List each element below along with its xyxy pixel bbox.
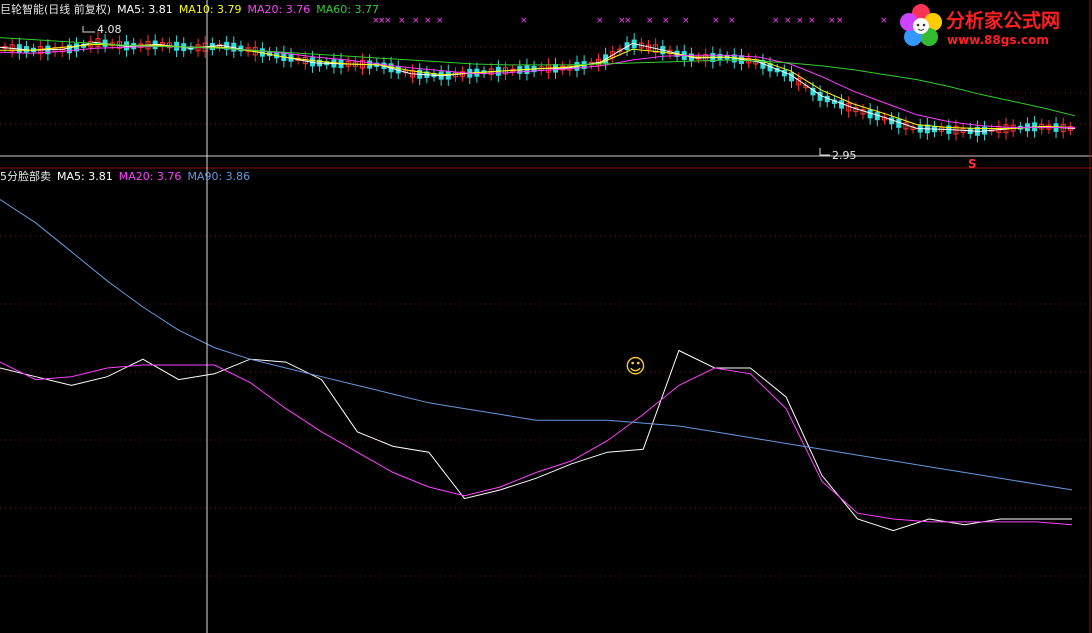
signal-marker: × <box>646 16 654 26</box>
signal-marker: × <box>784 16 792 26</box>
signal-marker: × <box>384 16 392 26</box>
top-ma10-line <box>0 43 1076 129</box>
top-ma5-line <box>0 41 1076 132</box>
bottom-ma20-line <box>0 361 1073 526</box>
top-ma10-legend: MA10: 3.79 <box>178 3 242 16</box>
top-panel-title: 巨轮智能(日线 前复权) <box>0 3 112 16</box>
signal-marker: × <box>712 16 720 26</box>
bottom-ma90-legend: MA90: 3.86 <box>187 170 251 183</box>
signal-marker: × <box>398 16 406 26</box>
bottom-panel-title: 5分脸部卖 <box>0 170 51 183</box>
bottom-legend: 5分脸部卖 MA5: 3.81 MA20: 3.76 MA90: 3.86 <box>0 170 256 183</box>
signal-marker: × <box>728 16 736 26</box>
signal-marker: × <box>624 16 632 26</box>
high-label: 4.08 <box>97 23 122 36</box>
bottom-ma20-legend: MA20: 3.76 <box>118 170 182 183</box>
bottom-indicator-lines <box>0 199 1073 532</box>
top-legend: 巨轮智能(日线 前复权) MA5: 3.81 MA10: 3.79 MA20: 3.7… <box>0 3 385 16</box>
signal-marker: × <box>412 16 420 26</box>
low-label: 2.95 <box>832 149 857 162</box>
low-pointer <box>819 148 830 156</box>
signal-marker: × <box>828 16 836 26</box>
smiley-icon: ☺ <box>625 354 646 378</box>
bottom-ma5-line <box>0 349 1072 532</box>
bottom-panel-grid <box>0 0 1092 633</box>
top-ma5-legend: MA5: 3.81 <box>117 3 173 16</box>
signal-marker: × <box>796 16 804 26</box>
signal-markers: ××× × × × × × × ×× × × × × × × × × × × × × <box>372 16 888 26</box>
candle-body <box>896 118 902 128</box>
signal-marker: × <box>596 16 604 26</box>
bottom-ma5-legend: MA5: 3.81 <box>57 170 113 183</box>
signal-marker: × <box>772 16 780 26</box>
signal-marker: × <box>808 16 816 26</box>
stock-chart-window: { "top_panel": { "title": "巨轮智能(日线 前复权)"… <box>0 0 1092 633</box>
logo-text: 分析家公式网 <box>946 10 1061 32</box>
top-ma20-legend: MA20: 3.76 <box>247 3 311 16</box>
top-ma20-line <box>0 45 1075 128</box>
signal-marker: × <box>424 16 432 26</box>
signal-marker: × <box>520 16 528 26</box>
top-ma60-legend: MA60: 3.77 <box>316 3 379 16</box>
signal-marker: × <box>836 16 844 26</box>
chart-canvas: ××× × × × × × × ×× × × × × × × × × × × × × 4.08 2.95 S ☺ <box>0 0 1092 633</box>
signal-marker: × <box>682 16 690 26</box>
high-pointer <box>82 26 95 33</box>
bottom-ma90-line <box>0 199 1073 491</box>
signal-marker: × <box>880 16 888 26</box>
logo-url: www.88gs.com <box>947 33 1049 47</box>
signal-marker: × <box>662 16 670 26</box>
signal-marker: × <box>436 16 444 26</box>
sell-marker: S <box>968 157 977 171</box>
